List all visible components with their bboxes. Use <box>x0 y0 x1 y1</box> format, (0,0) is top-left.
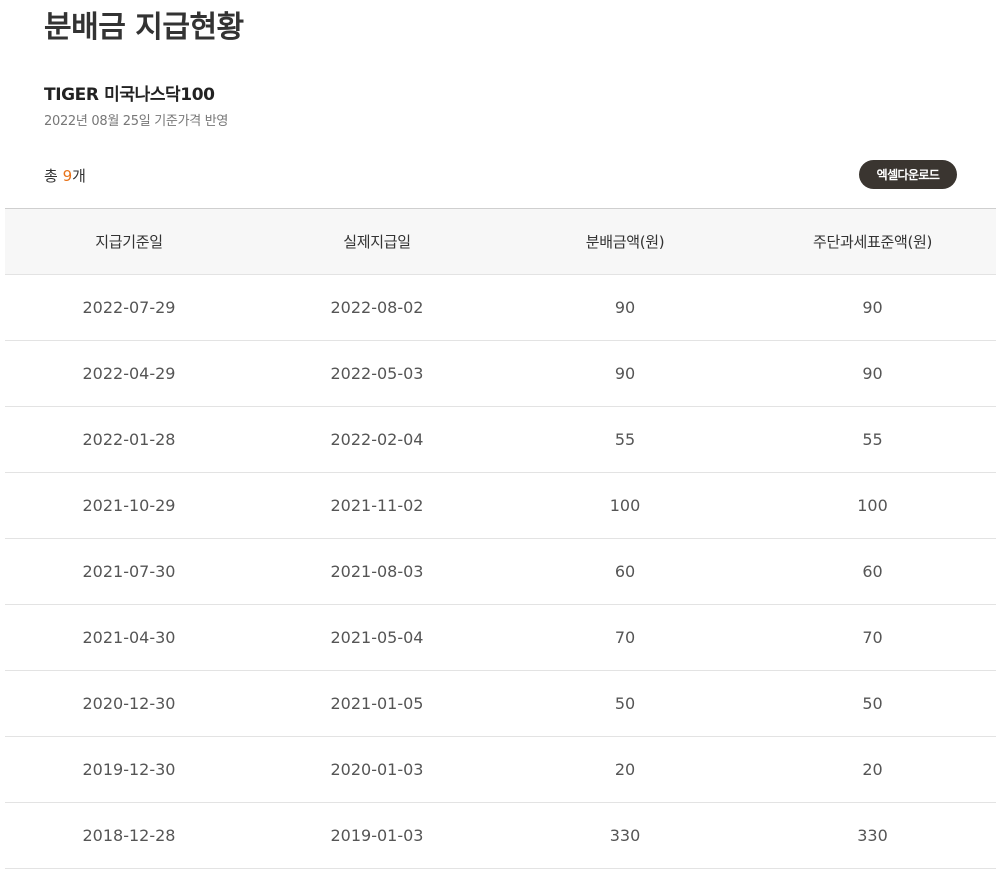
cell-payment-date: 2020-01-03 <box>253 736 501 803</box>
table-row: 2022-01-28 2022-02-04 55 55 <box>5 406 996 473</box>
cell-base-date: 2022-01-28 <box>5 406 253 473</box>
cell-base-date: 2020-12-30 <box>5 670 253 737</box>
cell-tax-base: 330 <box>749 802 996 869</box>
cell-payment-date: 2021-08-03 <box>253 538 501 605</box>
table-row: 2020-12-30 2021-01-05 50 50 <box>5 670 996 737</box>
total-count-prefix: 총 <box>44 167 63 185</box>
cell-tax-base: 55 <box>749 406 996 473</box>
excel-download-button[interactable]: 엑셀다운로드 <box>859 160 957 189</box>
table-header-row: 지급기준일 실제지급일 분배금액(원) 주단과세표준액(원) <box>5 208 996 275</box>
total-count-suffix: 개 <box>72 167 86 185</box>
cell-payment-date: 2022-08-02 <box>253 274 501 341</box>
cell-payment-date: 2019-01-03 <box>253 802 501 869</box>
table-row: 2021-04-30 2021-05-04 70 70 <box>5 604 996 671</box>
page: 분배금 지급현황 TIGER 미국나스닥100 2022년 08월 25일 기준… <box>0 0 1008 877</box>
cell-base-date: 2019-12-30 <box>5 736 253 803</box>
cell-amount: 20 <box>501 736 749 803</box>
page-title: 분배금 지급현황 <box>44 10 244 45</box>
cell-base-date: 2022-04-29 <box>5 340 253 407</box>
cell-amount: 55 <box>501 406 749 473</box>
table-row: 2022-07-29 2022-08-02 90 90 <box>5 274 996 341</box>
cell-payment-date: 2022-02-04 <box>253 406 501 473</box>
cell-payment-date: 2021-05-04 <box>253 604 501 671</box>
cell-amount: 50 <box>501 670 749 737</box>
cell-base-date: 2022-07-29 <box>5 274 253 341</box>
base-date-note: 2022년 08월 25일 기준가격 반영 <box>44 114 229 129</box>
cell-tax-base: 90 <box>749 340 996 407</box>
cell-tax-base: 70 <box>749 604 996 671</box>
fund-name: TIGER 미국나스닥100 <box>44 85 215 105</box>
cell-amount: 330 <box>501 802 749 869</box>
cell-base-date: 2021-10-29 <box>5 472 253 539</box>
cell-base-date: 2021-04-30 <box>5 604 253 671</box>
table-row: 2019-12-30 2020-01-03 20 20 <box>5 736 996 803</box>
table-row: 2021-10-29 2021-11-02 100 100 <box>5 472 996 539</box>
cell-amount: 90 <box>501 274 749 341</box>
cell-tax-base: 100 <box>749 472 996 539</box>
cell-amount: 70 <box>501 604 749 671</box>
total-count-number: 9 <box>62 167 73 185</box>
cell-base-date: 2018-12-28 <box>5 802 253 869</box>
table-row: 2021-07-30 2021-08-03 60 60 <box>5 538 996 605</box>
table-row: 2022-04-29 2022-05-03 90 90 <box>5 340 996 407</box>
cell-amount: 90 <box>501 340 749 407</box>
cell-tax-base: 60 <box>749 538 996 605</box>
cell-payment-date: 2021-01-05 <box>253 670 501 737</box>
column-header-tax-base: 주단과세표준액(원) <box>812 233 933 251</box>
column-header-amount: 분배금액(원) <box>585 233 665 251</box>
cell-tax-base: 90 <box>749 274 996 341</box>
cell-amount: 60 <box>501 538 749 605</box>
cell-amount: 100 <box>501 472 749 539</box>
cell-tax-base: 20 <box>749 736 996 803</box>
cell-payment-date: 2021-11-02 <box>253 472 501 539</box>
distribution-table: 지급기준일 실제지급일 분배금액(원) 주단과세표준액(원) 2022-07-2… <box>5 208 996 869</box>
cell-base-date: 2021-07-30 <box>5 538 253 605</box>
column-header-base-date: 지급기준일 <box>95 233 163 251</box>
cell-payment-date: 2022-05-03 <box>253 340 501 407</box>
total-count: 총 9개 <box>44 165 86 186</box>
distribution-table-container: 지급기준일 실제지급일 분배금액(원) 주단과세표준액(원) 2022-07-2… <box>5 208 996 869</box>
table-row: 2018-12-28 2019-01-03 330 330 <box>5 802 996 869</box>
column-header-payment-date: 실제지급일 <box>343 233 411 251</box>
cell-tax-base: 50 <box>749 670 996 737</box>
